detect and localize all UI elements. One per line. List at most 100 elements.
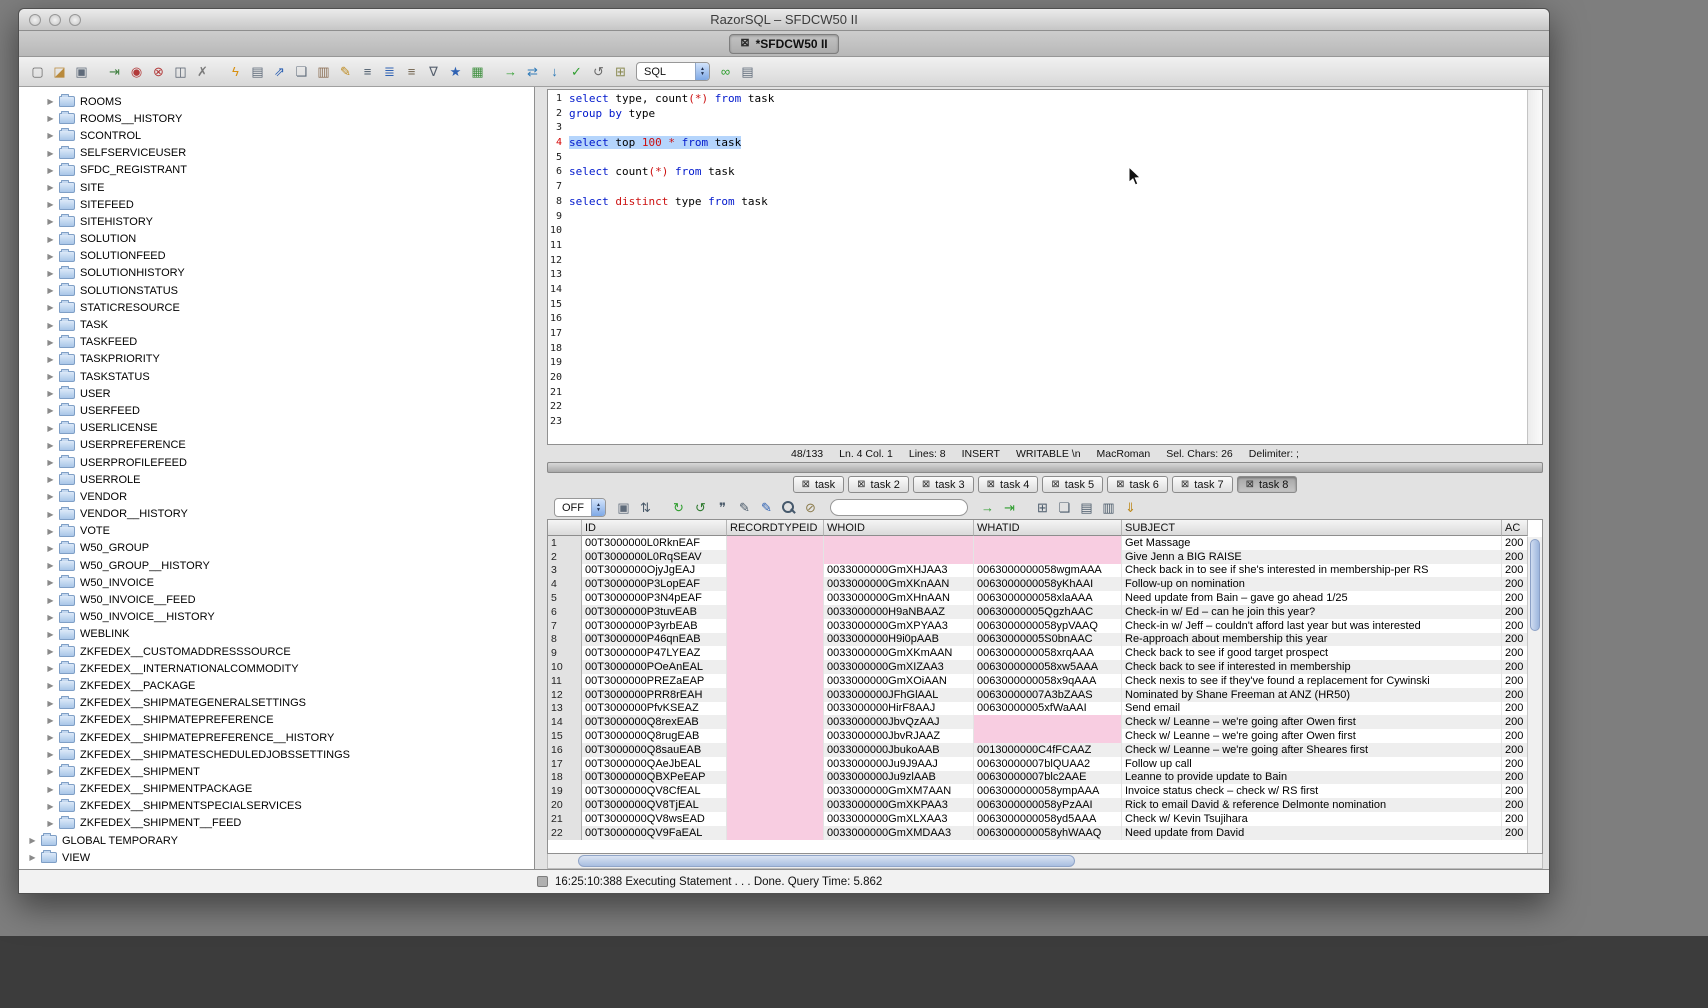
code-line[interactable]: [569, 151, 1527, 166]
row-number[interactable]: 22: [548, 826, 582, 840]
edit-cell-icon[interactable]: ✎: [734, 498, 755, 518]
tree-item[interactable]: ▶ZKFEDEX__PACKAGE: [19, 677, 534, 694]
row-number[interactable]: 13: [548, 702, 582, 716]
row-number[interactable]: 7: [548, 619, 582, 633]
query-results-icon[interactable]: ▤: [247, 62, 268, 82]
cell[interactable]: 200: [1502, 660, 1528, 674]
filter-icon[interactable]: ∇: [423, 62, 444, 82]
find-next-icon[interactable]: →: [977, 498, 998, 518]
code-line[interactable]: [569, 268, 1527, 283]
open-file-icon[interactable]: ◪: [49, 62, 70, 82]
cell[interactable]: 0063000000058xw5AAA: [974, 660, 1122, 674]
cell[interactable]: 0063000000058ympAAA: [974, 784, 1122, 798]
cell[interactable]: 00T3000000L0RqSEAV: [582, 550, 727, 564]
cell[interactable]: Check w/ Leanne – we're going after Owen…: [1122, 715, 1502, 729]
log-icon[interactable]: ▤: [737, 62, 758, 82]
disclosure-triangle-icon[interactable]: ▶: [45, 200, 56, 209]
cell[interactable]: 200: [1502, 564, 1528, 578]
cell[interactable]: 00T3000000QV8CfEAL: [582, 784, 727, 798]
cell[interactable]: Check w/ Leanne – we're going after Shea…: [1122, 743, 1502, 757]
search-icon[interactable]: [778, 498, 799, 518]
close-tab-icon[interactable]: ⊠: [1051, 480, 1059, 490]
tree-item[interactable]: ▶VIEW: [19, 849, 534, 866]
code-line[interactable]: select count(*) from task: [569, 165, 1527, 180]
disclosure-triangle-icon[interactable]: ▶: [45, 578, 56, 587]
report-icon[interactable]: ▤: [1076, 498, 1097, 518]
cell[interactable]: 0033000000GmXHnAAN: [824, 591, 974, 605]
tree-item[interactable]: ▶VENDOR__HISTORY: [19, 506, 534, 523]
disclosure-triangle-icon[interactable]: ▶: [45, 406, 56, 415]
cell[interactable]: Check back in to see if she's interested…: [1122, 564, 1502, 578]
cell[interactable]: 0063000000058ypVAAQ: [974, 619, 1122, 633]
cell[interactable]: 00630000007blQUAA2: [974, 757, 1122, 771]
row-number[interactable]: 5: [548, 591, 582, 605]
disclosure-triangle-icon[interactable]: ▶: [27, 836, 38, 845]
cell[interactable]: [727, 784, 824, 798]
disclosure-triangle-icon[interactable]: ▶: [45, 681, 56, 690]
disclosure-triangle-icon[interactable]: ▶: [45, 303, 56, 312]
find-all-icon[interactable]: ⇥: [999, 498, 1020, 518]
code-line[interactable]: [569, 239, 1527, 254]
column-header[interactable]: AC: [1502, 520, 1528, 536]
disconnect-icon[interactable]: ⊗: [148, 62, 169, 82]
cell[interactable]: 200: [1502, 577, 1528, 591]
cell[interactable]: Nominated by Shane Freeman at ANZ (HR50): [1122, 688, 1502, 702]
cell[interactable]: [974, 536, 1122, 550]
cell[interactable]: 0033000000GmXKPAA3: [824, 798, 974, 812]
copy-icon[interactable]: ❏: [291, 62, 312, 82]
cell[interactable]: 00T3000000PRR8rEAH: [582, 688, 727, 702]
cell[interactable]: Need update from Bain – gave go ahead 1/…: [1122, 591, 1502, 605]
tree-item[interactable]: ▶TASK: [19, 316, 534, 333]
disclosure-triangle-icon[interactable]: ▶: [45, 561, 56, 570]
disclosure-triangle-icon[interactable]: ▶: [45, 750, 56, 759]
cell[interactable]: Invoice status check – check w/ RS first: [1122, 784, 1502, 798]
cell[interactable]: 200: [1502, 826, 1528, 840]
tree-item[interactable]: ▶ZKFEDEX__SHIPMATEPREFERENCE__HISTORY: [19, 729, 534, 746]
cell[interactable]: 0033000000GmXMDAA3: [824, 826, 974, 840]
cell[interactable]: 0033000000GmXKnAAN: [824, 577, 974, 591]
cell[interactable]: 0033000000GmXOiAAN: [824, 674, 974, 688]
code-line[interactable]: [569, 312, 1527, 327]
row-number[interactable]: 9: [548, 646, 582, 660]
disclosure-triangle-icon[interactable]: ▶: [45, 217, 56, 226]
tree-item[interactable]: ▶W50_INVOICE__FEED: [19, 591, 534, 608]
row-number[interactable]: 11: [548, 674, 582, 688]
cell[interactable]: 200: [1502, 729, 1528, 743]
cell[interactable]: 0063000000058yd5AAA: [974, 812, 1122, 826]
cell[interactable]: Re-approach about membership this year: [1122, 633, 1502, 647]
new-file-icon[interactable]: ▢: [27, 62, 48, 82]
result-tab[interactable]: ⊠task 6: [1107, 476, 1168, 493]
tree-item[interactable]: ▶W50_INVOICE: [19, 574, 534, 591]
cell[interactable]: 0033000000GmXIZAA3: [824, 660, 974, 674]
cell[interactable]: [727, 729, 824, 743]
cell[interactable]: 00T3000000QV8wsEAD: [582, 812, 727, 826]
cell[interactable]: Follow-up on nomination: [1122, 577, 1502, 591]
tree-item[interactable]: ▶SELFSERVICEUSER: [19, 145, 534, 162]
row-number[interactable]: 10: [548, 660, 582, 674]
cell[interactable]: 200: [1502, 591, 1528, 605]
delete-icon[interactable]: ✗: [192, 62, 213, 82]
cell[interactable]: [727, 688, 824, 702]
cell[interactable]: 200: [1502, 550, 1528, 564]
editor-vscrollbar[interactable]: [1527, 90, 1542, 444]
tree-item[interactable]: ▶W50_INVOICE__HISTORY: [19, 609, 534, 626]
row-number[interactable]: 8: [548, 633, 582, 647]
add-connection-icon[interactable]: ◫: [170, 62, 191, 82]
results-vscrollbar[interactable]: [1527, 537, 1542, 853]
export-icon[interactable]: ⇗: [269, 62, 290, 82]
cell[interactable]: [727, 619, 824, 633]
cell[interactable]: 0033000000JbvQzAAJ: [824, 715, 974, 729]
cell[interactable]: 00T3000000QBXPeEAP: [582, 771, 727, 785]
cell[interactable]: 0063000000058wgmAAA: [974, 564, 1122, 578]
cell[interactable]: Send email: [1122, 702, 1502, 716]
tree-item[interactable]: ▶SITE: [19, 179, 534, 196]
cell[interactable]: [727, 536, 824, 550]
code-line[interactable]: [569, 327, 1527, 342]
cell[interactable]: 00T3000000P47LYEAZ: [582, 646, 727, 660]
row-number[interactable]: 17: [548, 757, 582, 771]
cell[interactable]: 00T3000000OjyJgEAJ: [582, 564, 727, 578]
cell[interactable]: Need update from David: [1122, 826, 1502, 840]
disclosure-triangle-icon[interactable]: ▶: [45, 372, 56, 381]
tree-item[interactable]: ▶ZKFEDEX__SHIPMATEGENERALSETTINGS: [19, 695, 534, 712]
tree-item[interactable]: ▶USERFEED: [19, 402, 534, 419]
